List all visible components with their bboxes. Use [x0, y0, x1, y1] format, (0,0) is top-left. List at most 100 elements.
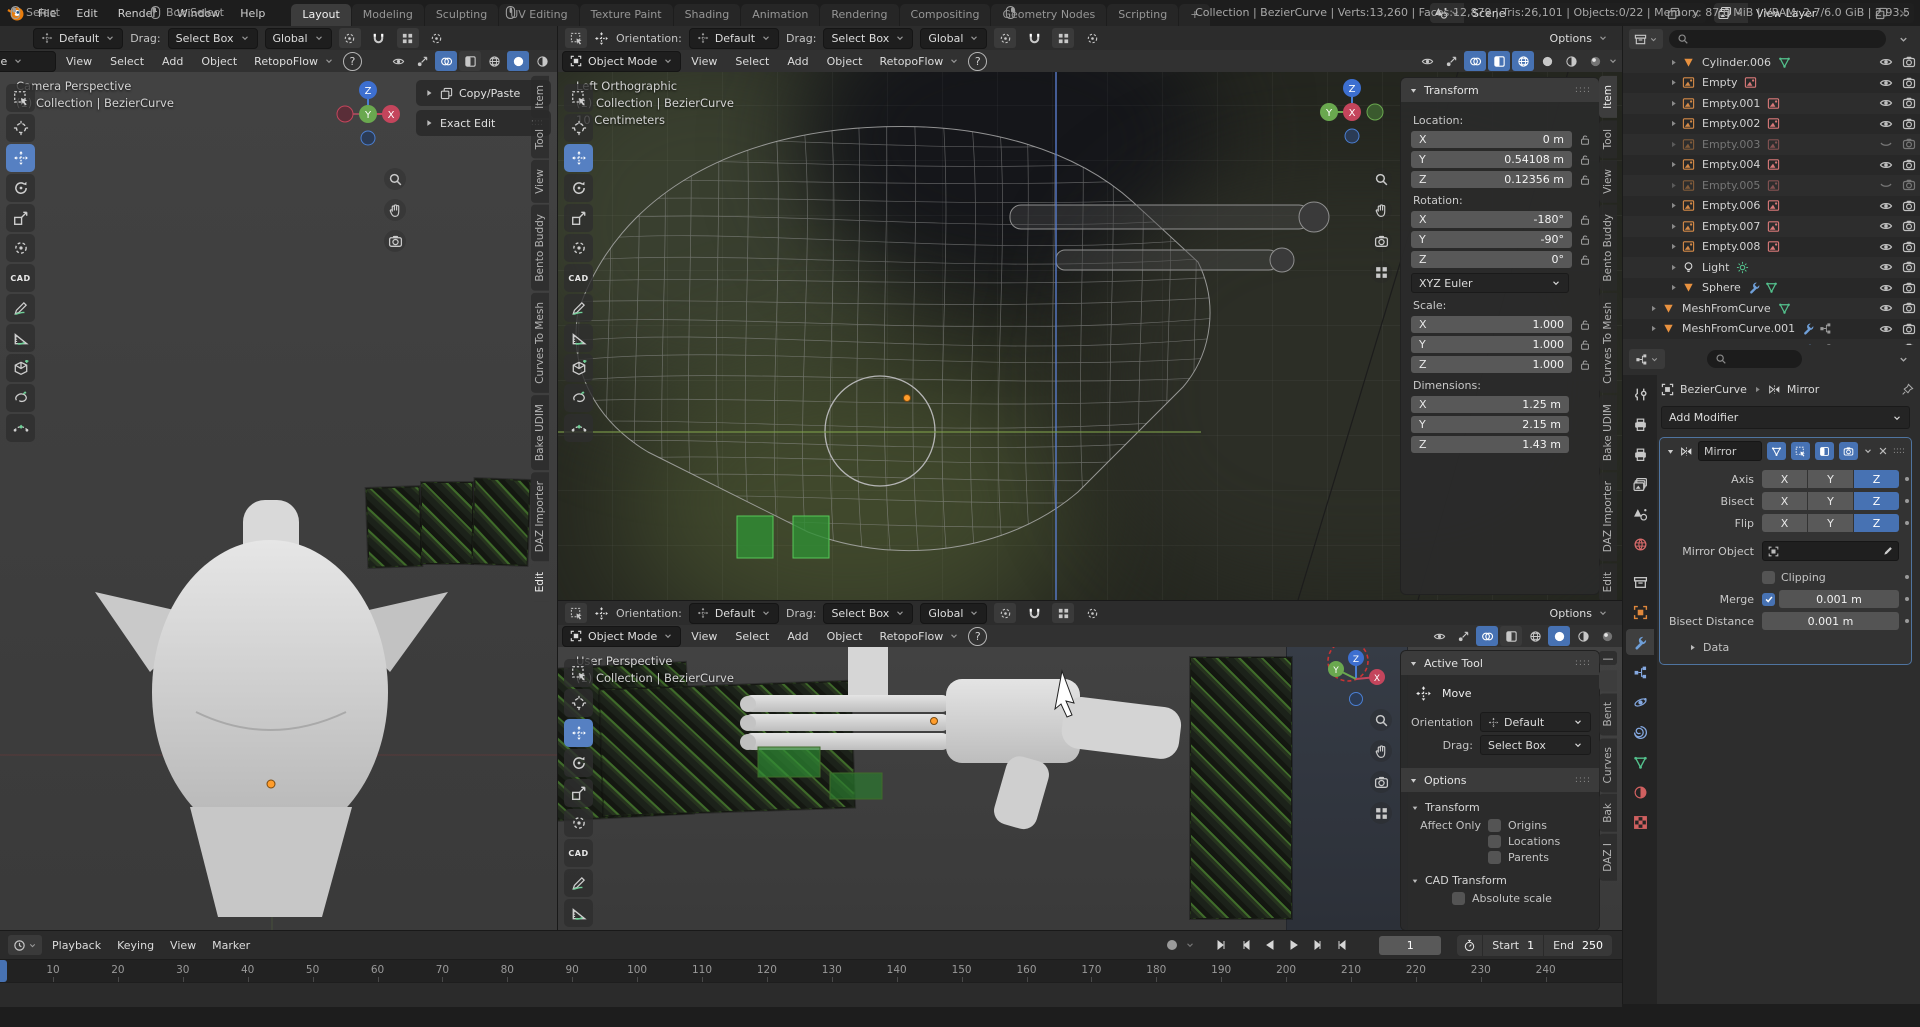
- at-orientation-dropdown[interactable]: Default: [1480, 712, 1591, 732]
- outliner-filter-dropdown[interactable]: [1892, 29, 1914, 49]
- tool-transform[interactable]: [564, 234, 593, 262]
- end-frame-field[interactable]: End250: [1543, 935, 1612, 956]
- tool-rotate[interactable]: [564, 174, 593, 202]
- lock-icon[interactable]: [1579, 319, 1591, 331]
- tool-move[interactable]: [6, 144, 35, 172]
- outliner-row[interactable]: Empty.008: [1623, 237, 1920, 258]
- tool-add-cube[interactable]: [564, 354, 593, 382]
- retopoflow-menu[interactable]: RetopoFlow: [872, 52, 966, 71]
- tool-annotate[interactable]: [564, 294, 593, 322]
- tool-cad-transform[interactable]: CAD: [564, 264, 593, 292]
- proportional-editing-icon[interactable]: [426, 28, 448, 48]
- menu-select[interactable]: Select: [727, 626, 777, 646]
- mirror-axis-x[interactable]: X: [1762, 470, 1807, 488]
- hide-viewport-icon[interactable]: [1879, 137, 1893, 151]
- shading-solid[interactable]: [1548, 626, 1570, 646]
- breadcrumb-object[interactable]: BezierCurve: [1680, 383, 1747, 396]
- outliner-row[interactable]: Sphere: [1623, 278, 1920, 299]
- disable-render-icon[interactable]: [1902, 240, 1916, 254]
- disable-render-icon[interactable]: [1902, 322, 1916, 336]
- disable-render-icon[interactable]: [1902, 301, 1916, 315]
- orientation-dropdown[interactable]: Default: [689, 603, 779, 624]
- snap-with-dropdown[interactable]: [397, 28, 419, 48]
- outliner-row[interactable]: Empty.002: [1623, 114, 1920, 135]
- eyedropper-icon[interactable]: [1882, 546, 1893, 557]
- sidebar-tab-curves-to-mesh[interactable]: Curves To Mesh: [531, 293, 549, 393]
- pin-icon[interactable]: [1901, 383, 1914, 396]
- value-field[interactable]: Y-90°: [1411, 231, 1572, 248]
- transform-space-dropdown[interactable]: Global: [920, 28, 987, 49]
- disable-render-icon[interactable]: [1902, 76, 1916, 90]
- breadcrumb-modifier[interactable]: Mirror: [1787, 383, 1819, 396]
- outliner-row[interactable]: Empty.005: [1623, 175, 1920, 196]
- tool-cursor[interactable]: [6, 114, 35, 142]
- mirror-bisect-y[interactable]: Y: [1808, 492, 1853, 510]
- tool-draw-curve[interactable]: [564, 384, 593, 412]
- shading-rendered[interactable]: [1596, 626, 1618, 646]
- properties-tab-world[interactable]: [1626, 531, 1654, 557]
- value-field[interactable]: X1.25 m: [1411, 396, 1569, 413]
- display-realtime-toggle[interactable]: [1815, 442, 1834, 460]
- menu-view[interactable]: View: [683, 51, 725, 71]
- topbar-menu-help[interactable]: Help: [230, 2, 275, 24]
- outliner-row[interactable]: MeshFromCurve.001: [1623, 319, 1920, 340]
- workspace-tab-sculpting[interactable]: Sculpting: [425, 4, 498, 26]
- hide-viewport-icon[interactable]: [1879, 240, 1893, 254]
- properties-tab-render[interactable]: [1626, 411, 1654, 437]
- affect-origins-checkbox[interactable]: [1488, 819, 1501, 832]
- snap-magnet-icon[interactable]: [1023, 28, 1045, 48]
- properties-tab-constraints[interactable]: [1626, 719, 1654, 745]
- mirror-flip-y[interactable]: Y: [1808, 514, 1853, 532]
- snap-magnet-icon[interactable]: [1023, 603, 1045, 623]
- pivot-point-dropdown[interactable]: [339, 28, 361, 48]
- tool-select-box[interactable]: [564, 659, 593, 687]
- workspace-tab-shading[interactable]: Shading: [674, 4, 741, 26]
- overlays-toggle[interactable]: [1464, 51, 1486, 71]
- affect-locations-checkbox[interactable]: [1488, 835, 1501, 848]
- outliner-row[interactable]: Light: [1623, 257, 1920, 278]
- shading-wireframe[interactable]: [1512, 51, 1534, 71]
- transform-space-dropdown[interactable]: Global: [920, 603, 987, 624]
- disable-render-icon[interactable]: [1902, 199, 1916, 213]
- disable-render-icon[interactable]: [1902, 281, 1916, 295]
- lock-icon[interactable]: [1579, 234, 1591, 246]
- sidebar-tab-edit[interactable]: Edit: [531, 563, 549, 601]
- options-dropdown[interactable]: Options: [1543, 29, 1615, 48]
- clipping-checkbox[interactable]: [1762, 571, 1775, 584]
- disable-render-icon[interactable]: [1902, 55, 1916, 69]
- properties-tab-material[interactable]: [1626, 779, 1654, 805]
- menu-add[interactable]: Add: [154, 51, 191, 71]
- retopoflow-help-icon[interactable]: ?: [343, 52, 362, 71]
- timeline-menu-playback[interactable]: Playback: [44, 935, 109, 955]
- expand-icon[interactable]: [1666, 447, 1675, 456]
- value-field[interactable]: Y0.54108 m: [1411, 151, 1572, 168]
- timeline-menu-view[interactable]: View: [162, 935, 204, 955]
- menu-add[interactable]: Add: [779, 626, 816, 646]
- properties-filter-dropdown[interactable]: [1892, 349, 1914, 369]
- menu-select[interactable]: Select: [102, 51, 152, 71]
- start-frame-field[interactable]: Start1: [1482, 935, 1543, 956]
- value-field[interactable]: X0 m: [1411, 131, 1572, 148]
- timeline-menu-keying[interactable]: Keying: [109, 935, 162, 955]
- sidebar-tab-tool[interactable]: Tool: [531, 120, 549, 158]
- menu-add[interactable]: Add: [779, 51, 816, 71]
- shading-wireframe[interactable]: [483, 51, 505, 71]
- options-dropdown[interactable]: Options: [1543, 604, 1615, 623]
- tool-transform[interactable]: [6, 234, 35, 262]
- tool-rotate[interactable]: [6, 174, 35, 202]
- hide-viewport-icon[interactable]: [1879, 158, 1893, 172]
- shading-solid[interactable]: [507, 51, 529, 71]
- menu-object[interactable]: Object: [819, 626, 871, 646]
- camera-view-icon[interactable]: [384, 230, 406, 252]
- lock-icon[interactable]: [1579, 134, 1591, 146]
- value-field[interactable]: Z1.43 m: [1411, 436, 1569, 453]
- properties-editor-type-dropdown[interactable]: [1629, 349, 1665, 369]
- properties-tab-particles[interactable]: [1626, 659, 1654, 685]
- gizmos-dropdown[interactable]: [1452, 626, 1474, 646]
- menu-view[interactable]: View: [683, 626, 725, 646]
- sidebar-tab-tool[interactable]: Tool: [1599, 120, 1617, 158]
- sidebar-tab-edit[interactable]: Edit: [1599, 563, 1617, 600]
- bisect-distance-field[interactable]: 0.001 m: [1762, 612, 1899, 630]
- transport-play[interactable]: [1283, 936, 1305, 954]
- rotation-mode-dropdown[interactable]: XYZ Euler: [1411, 273, 1569, 293]
